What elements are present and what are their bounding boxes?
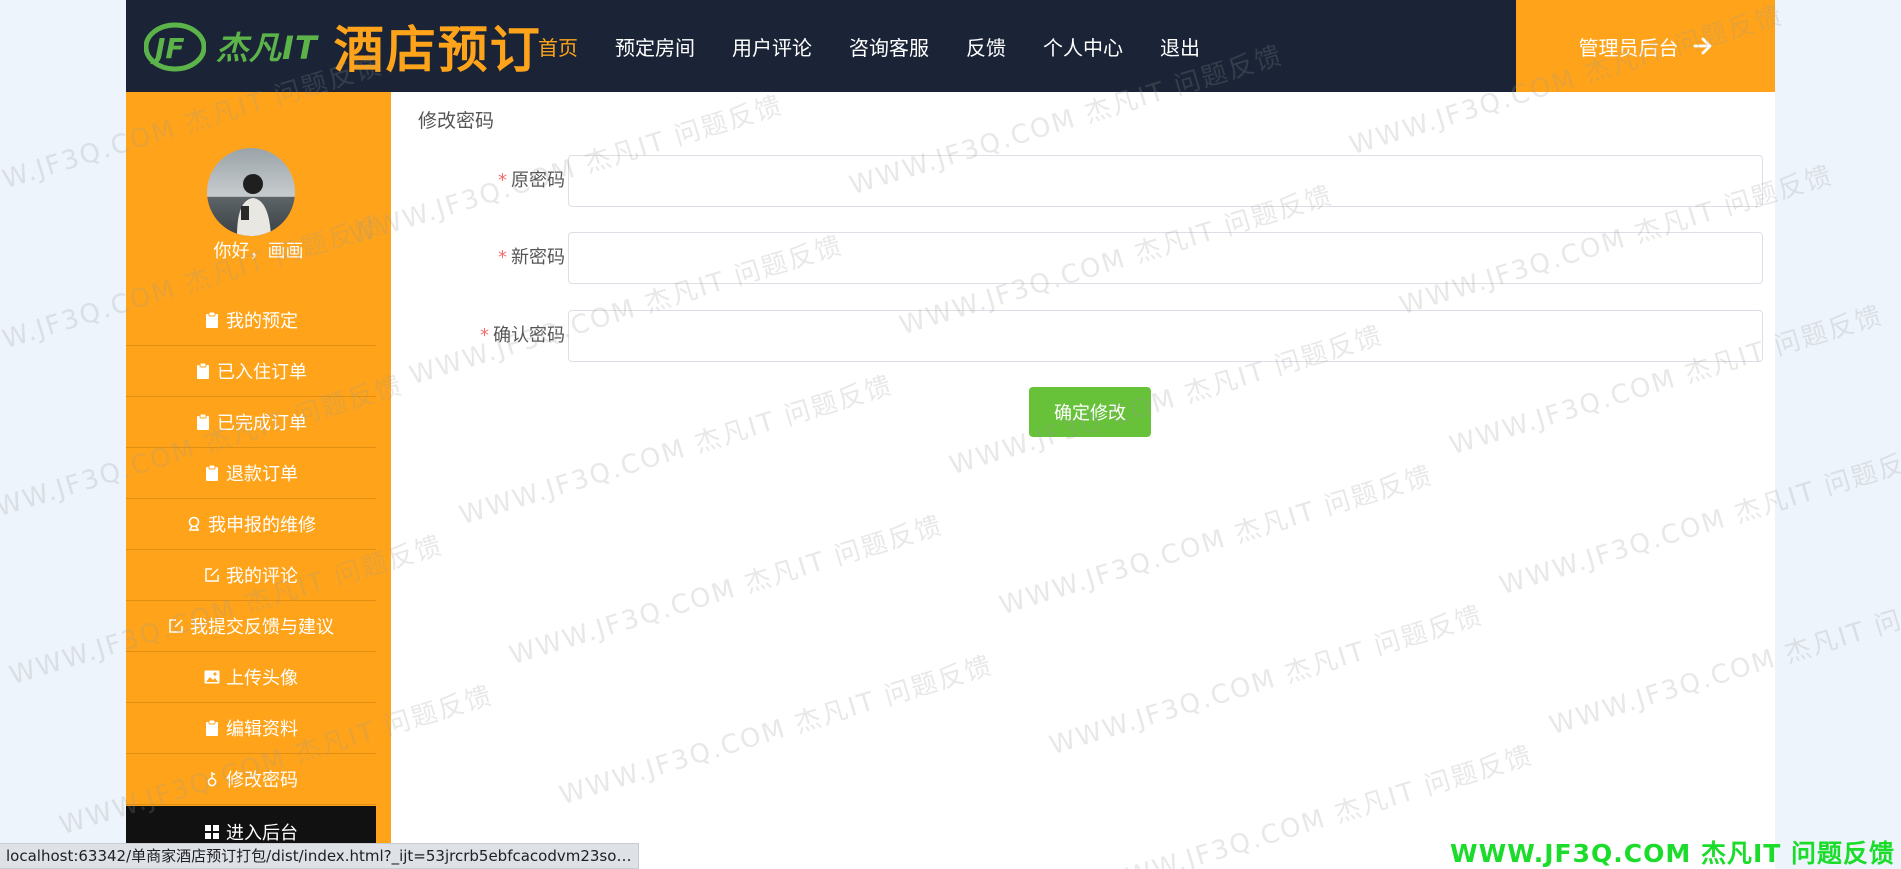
sidebar-item-my-feedback[interactable]: 我提交反馈与建议 bbox=[126, 601, 376, 652]
sidebar-item-upload-avatar[interactable]: 上传头像 bbox=[126, 652, 376, 703]
sidebar-item-my-bookings[interactable]: 我的预定 bbox=[126, 295, 376, 346]
new-password-input[interactable] bbox=[568, 232, 1763, 284]
logo-company-name: 杰凡IT bbox=[216, 29, 318, 67]
sidebar-item-label: 上传头像 bbox=[226, 668, 298, 689]
required-asterisk: * bbox=[480, 325, 489, 346]
site-title: 酒店预订 bbox=[333, 21, 542, 79]
page-title: 修改密码 bbox=[418, 110, 495, 132]
edit-icon bbox=[168, 618, 184, 634]
sidebar-item-label: 我申报的维修 bbox=[208, 515, 316, 536]
clipboard-icon bbox=[195, 414, 211, 430]
field-label-text: 确认密码 bbox=[493, 325, 565, 346]
sidebar-item-my-repairs[interactable]: 我申报的维修 bbox=[126, 499, 376, 550]
sidebar-item-change-password[interactable]: 修改密码 bbox=[126, 754, 376, 805]
key-icon bbox=[204, 771, 220, 787]
old-password-input[interactable] bbox=[568, 155, 1763, 207]
clipboard-icon bbox=[204, 312, 220, 328]
form-row-old-password: * 原密码 bbox=[391, 155, 1775, 207]
logo[interactable]: JF 杰凡IT 酒店预订 bbox=[144, 10, 542, 82]
confirm-change-button[interactable]: 确定修改 bbox=[1029, 387, 1151, 437]
clipboard-icon bbox=[204, 465, 220, 481]
field-label-text: 原密码 bbox=[511, 170, 565, 191]
clipboard-icon bbox=[204, 720, 220, 736]
sidebar-item-label: 我提交反馈与建议 bbox=[190, 617, 334, 638]
sidebar-item-label: 编辑资料 bbox=[226, 719, 298, 740]
confirm-password-label: * 确认密码 bbox=[480, 310, 565, 362]
sidebar: 你好，画画 我的预定 已入住订单 已完成订单 退款订单 我申报的维修 我的评论 … bbox=[126, 92, 391, 869]
arrow-right-icon bbox=[1693, 37, 1711, 55]
nav-home[interactable]: 首页 bbox=[538, 32, 578, 61]
user-greeting: 你好，画画 bbox=[213, 241, 304, 262]
sidebar-item-label: 修改密码 bbox=[226, 770, 298, 791]
main-content: 修改密码 * 原密码 * 新密码 * 确认密码 确定修改 bbox=[391, 92, 1775, 869]
avatar bbox=[207, 148, 295, 236]
sidebar-item-label: 进入后台 bbox=[226, 822, 298, 844]
clipboard-icon bbox=[195, 363, 211, 379]
sidebar-item-my-reviews[interactable]: 我的评论 bbox=[126, 550, 376, 601]
required-asterisk: * bbox=[498, 247, 507, 268]
top-navbar: JF 杰凡IT 酒店预订 首页 预定房间 用户评论 咨询客服 反馈 个人中心 退… bbox=[126, 0, 1775, 92]
image-icon bbox=[204, 669, 220, 685]
sidebar-item-label: 已完成订单 bbox=[217, 413, 307, 434]
page: JF 杰凡IT 酒店预订 首页 预定房间 用户评论 咨询客服 反馈 个人中心 退… bbox=[0, 0, 1901, 869]
sidebar-item-checked-in-orders[interactable]: 已入住订单 bbox=[126, 346, 376, 397]
main-nav: 首页 预定房间 用户评论 咨询客服 反馈 个人中心 退出 bbox=[538, 0, 1237, 92]
corner-watermark: WWW.JF3Q.COM 杰凡IT 问题反馈 bbox=[1450, 839, 1895, 868]
nav-book-room[interactable]: 预定房间 bbox=[615, 32, 695, 61]
admin-backend-button[interactable]: 管理员后台 bbox=[1516, 0, 1775, 92]
sidebar-item-label: 已入住订单 bbox=[217, 362, 307, 383]
form-row-new-password: * 新密码 bbox=[391, 232, 1775, 284]
grid-icon bbox=[204, 824, 220, 840]
nav-feedback[interactable]: 反馈 bbox=[966, 32, 1006, 61]
edit-icon bbox=[204, 567, 220, 583]
svg-text:JF: JF bbox=[150, 32, 185, 65]
confirm-password-input[interactable] bbox=[568, 310, 1763, 362]
nav-customer-service[interactable]: 咨询客服 bbox=[849, 32, 929, 61]
sidebar-item-label: 我的预定 bbox=[226, 311, 298, 332]
sidebar-item-refund-orders[interactable]: 退款订单 bbox=[126, 448, 376, 499]
sidebar-item-edit-profile[interactable]: 编辑资料 bbox=[126, 703, 376, 754]
admin-backend-label: 管理员后台 bbox=[1578, 35, 1679, 60]
old-password-label: * 原密码 bbox=[498, 155, 565, 207]
sidebar-item-label: 我的评论 bbox=[226, 566, 298, 587]
sidebar-item-completed-orders[interactable]: 已完成订单 bbox=[126, 397, 376, 448]
new-password-label: * 新密码 bbox=[498, 232, 565, 284]
nav-personal-center[interactable]: 个人中心 bbox=[1043, 32, 1123, 61]
nav-user-reviews[interactable]: 用户评论 bbox=[732, 32, 812, 61]
field-label-text: 新密码 bbox=[511, 247, 565, 268]
sidebar-menu: 我的预定 已入住订单 已完成订单 退款订单 我申报的维修 我的评论 我提交反馈与… bbox=[126, 295, 376, 857]
sidebar-item-label: 退款订单 bbox=[226, 464, 298, 485]
required-asterisk: * bbox=[498, 170, 507, 191]
form-row-confirm-password: * 确认密码 bbox=[391, 310, 1775, 362]
browser-status-bar: localhost:63342/单商家酒店预订打包/dist/index.htm… bbox=[0, 843, 639, 869]
nav-logout[interactable]: 退出 bbox=[1160, 32, 1200, 61]
jf-logo-icon: JF bbox=[144, 22, 206, 72]
wrench-icon bbox=[186, 516, 202, 532]
